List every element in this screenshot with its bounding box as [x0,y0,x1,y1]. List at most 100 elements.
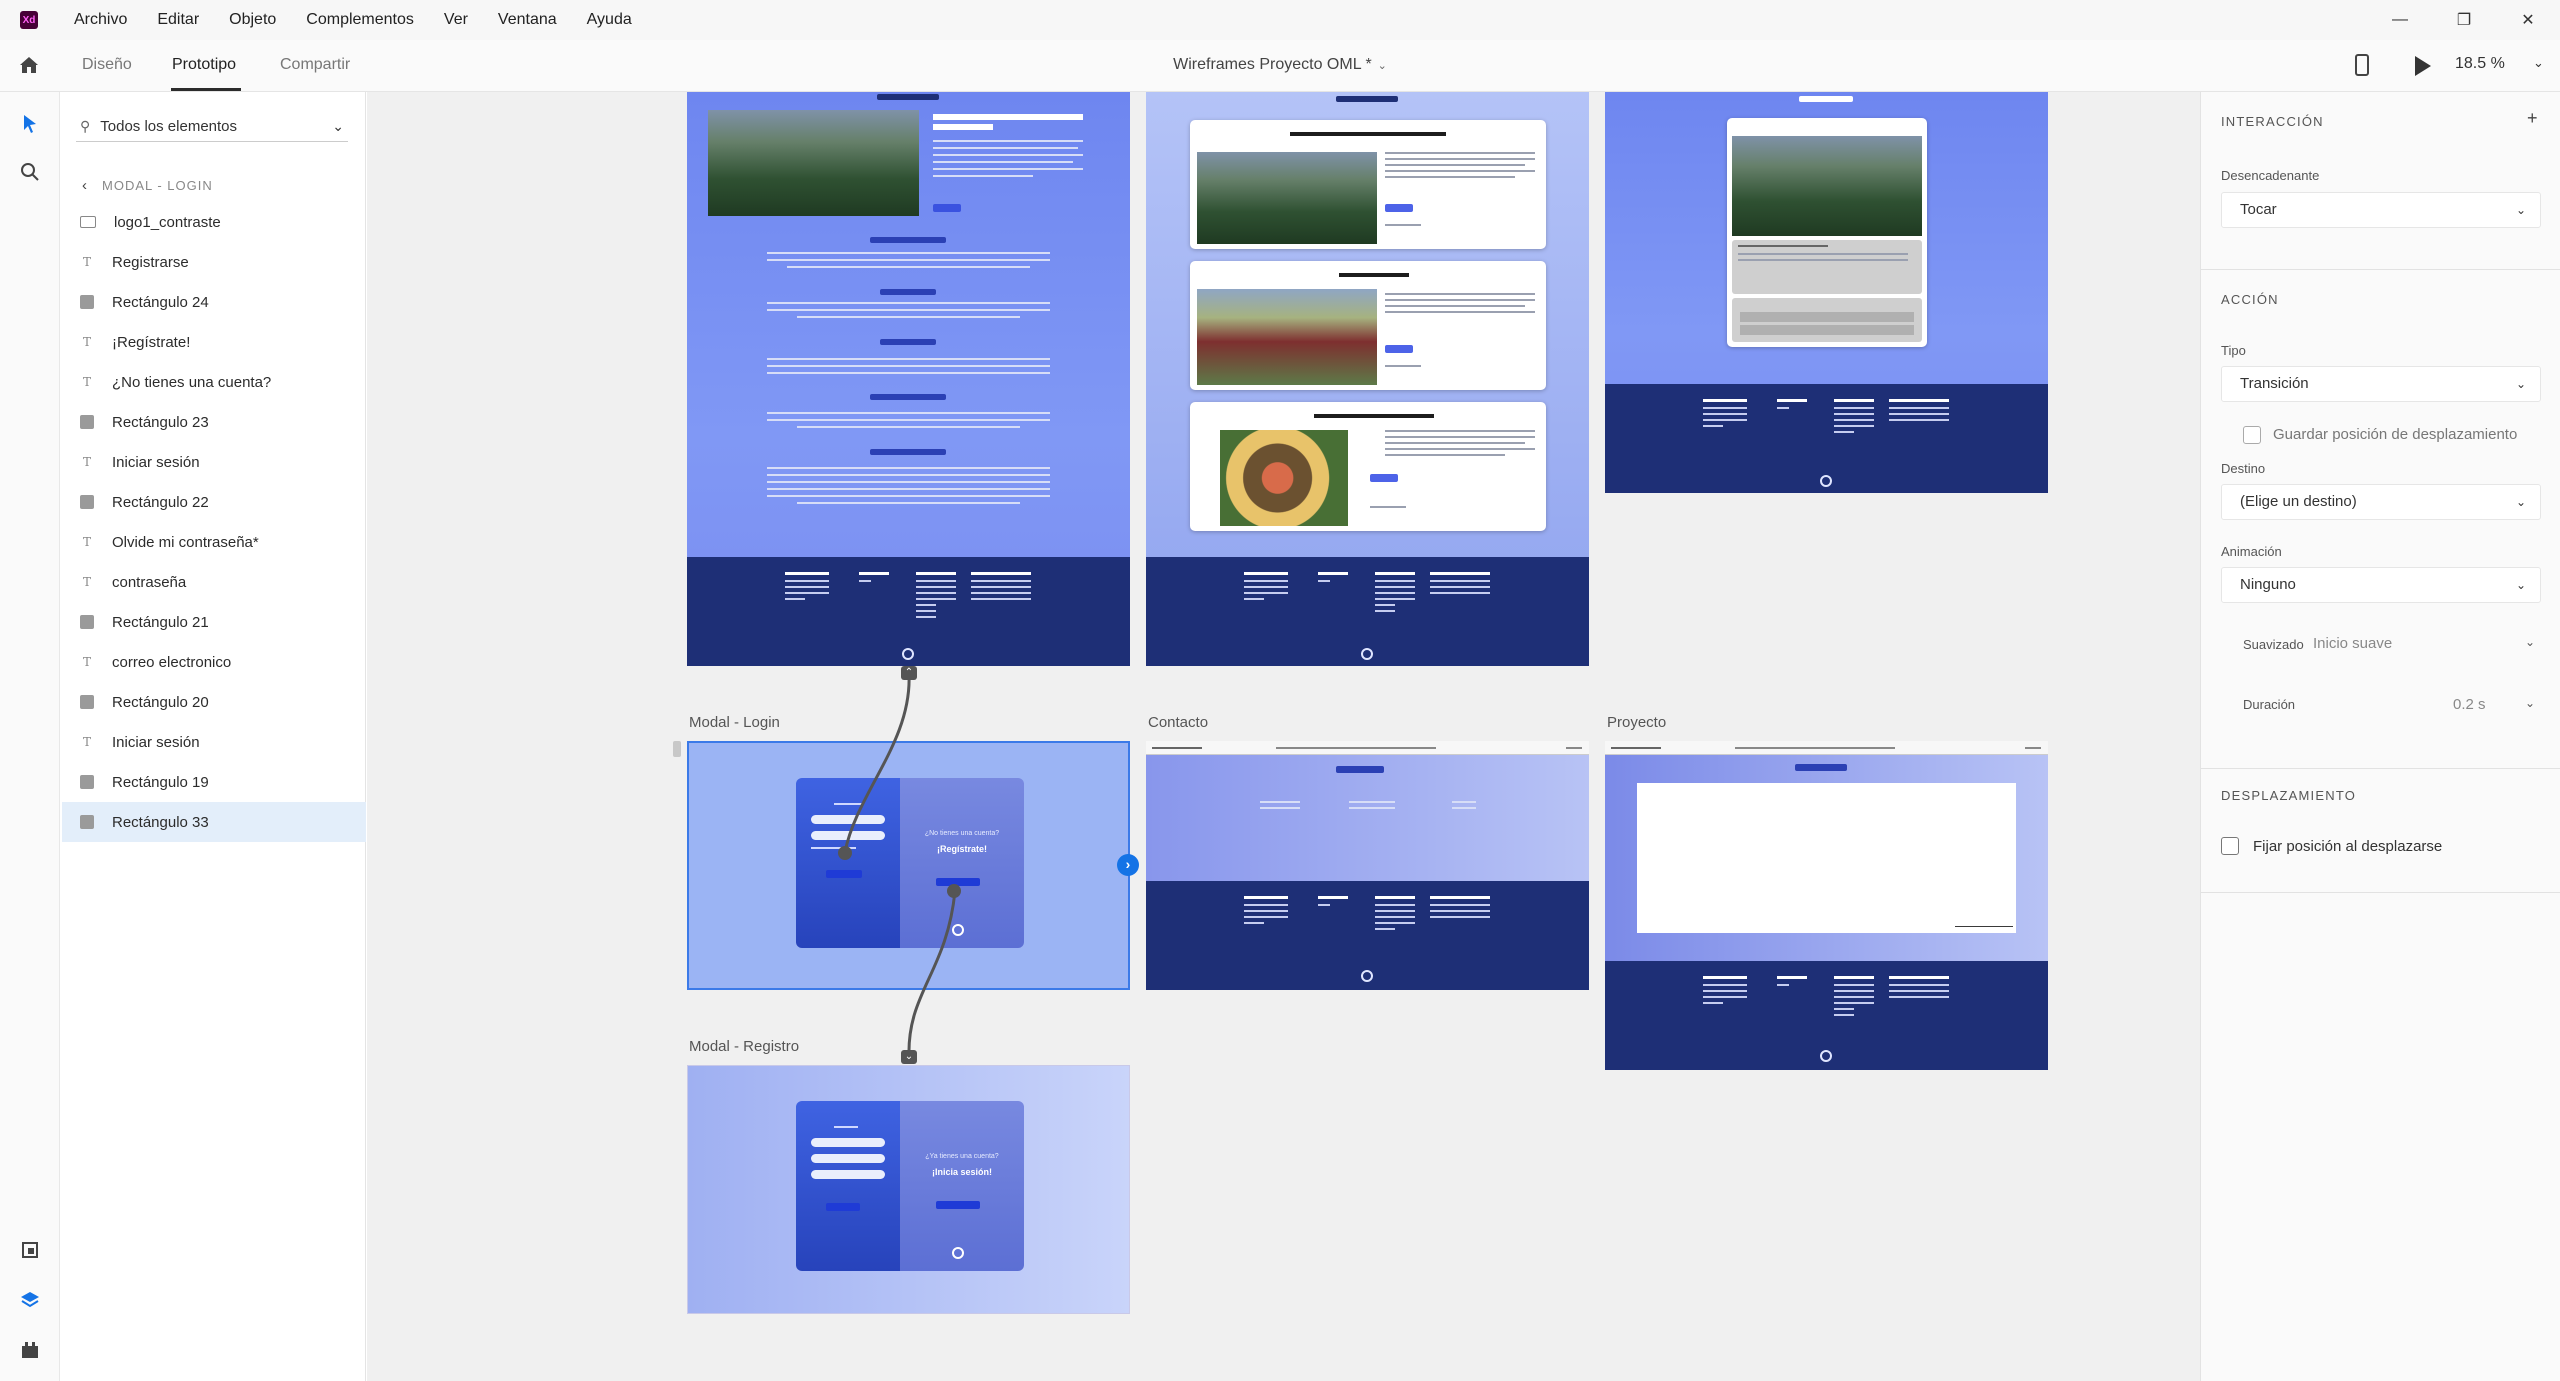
layer-row[interactable]: Rectángulo 33 [62,802,366,842]
email-field[interactable] [811,815,885,824]
search-icon[interactable] [18,160,42,184]
menu-ventana[interactable]: Ventana [498,11,557,29]
animation-value: Ninguno [2240,576,2296,593]
artboard-label-modal-login[interactable]: Modal - Login [689,714,780,731]
text-line [1452,801,1476,803]
chevron-down-icon[interactable]: ⌄ [2525,696,2535,710]
artboard-contacto[interactable] [1146,741,1589,990]
layer-row[interactable]: T Iniciar sesión [62,722,366,762]
layer-row[interactable]: T ¿No tienes una cuenta? [62,362,366,402]
destination-dropdown[interactable]: (Elige un destino) ⌄ [2221,484,2541,520]
forest-image [708,110,919,216]
map-placeholder[interactable] [1637,783,2016,933]
chevron-down-icon[interactable]: ⌄ [2525,635,2535,649]
fix-position-checkbox[interactable] [2221,837,2239,855]
ver-mas-button[interactable] [1385,345,1413,353]
artboard-organizaciones-cards[interactable] [1146,92,1589,666]
menu-ayuda[interactable]: Ayuda [587,11,632,29]
artboard-organizaciones[interactable] [687,92,1130,666]
nav-logo [1152,747,1202,749]
rectangle-icon [80,775,94,789]
add-interaction-icon[interactable]: + [2527,108,2538,129]
layer-row[interactable]: T ¡Regístrate! [62,322,366,362]
layer-row[interactable]: Rectángulo 21 [62,602,366,642]
menu-complementos[interactable]: Complementos [306,11,414,29]
home-artboard-marker-icon[interactable] [673,741,681,757]
restore-icon[interactable]: ❐ [2432,0,2496,40]
layer-row[interactable]: T Registrarse [62,242,366,282]
menu-archivo[interactable]: Archivo [74,11,127,29]
rating-line [1385,224,1421,226]
select-tool-icon[interactable] [18,112,42,136]
type-dropdown[interactable]: Transición ⌄ [2221,366,2541,402]
layers-icon[interactable] [18,1288,42,1312]
layer-row[interactable]: Tcontraseña [62,562,366,602]
text-line [1738,245,1828,247]
login-button[interactable] [826,870,862,878]
device-preview-icon[interactable] [2355,54,2369,76]
artboard-label-modal-registro[interactable]: Modal - Registro [689,1038,799,1055]
minimize-icon[interactable]: — [2368,0,2432,40]
preserve-scroll-checkbox[interactable] [2243,426,2261,444]
form-title [834,803,862,805]
animation-dropdown[interactable]: Ninguno ⌄ [2221,567,2541,603]
design-canvas[interactable]: Modal - Login Contacto Proyecto Modal - … [367,92,2200,1381]
plugins-icon[interactable] [18,1338,42,1362]
layer-row[interactable]: Rectángulo 20 [62,682,366,722]
layer-row[interactable]: T Olvide mi contraseña* [62,522,366,562]
layer-row[interactable]: Rectángulo 19 [62,762,366,802]
org-card[interactable] [1190,120,1546,249]
layer-row[interactable]: Rectángulo 22 [62,482,366,522]
password-field[interactable] [811,831,885,840]
layer-label: Rectángulo 21 [112,613,209,631]
layer-row[interactable]: Rectángulo 24 [62,282,366,322]
layer-breadcrumb[interactable]: ‹ MODAL - LOGIN [82,177,213,194]
footer [687,557,1130,666]
layer-row[interactable]: logo1_contraste [62,202,366,242]
artboard-label-contacto[interactable]: Contacto [1148,714,1208,731]
ver-mas-button[interactable] [933,204,961,212]
artboard-label-proyecto[interactable]: Proyecto [1607,714,1666,731]
login-question: ¿No tienes una cuenta? [924,830,1000,837]
layer-row[interactable]: Tcorreo electronico [62,642,366,682]
footer [1605,384,2048,493]
wire-node[interactable] [838,846,852,860]
wire-node[interactable] [947,884,961,898]
play-icon[interactable] [2415,56,2431,76]
name-field[interactable] [811,1138,885,1147]
wire-handle-down-icon[interactable]: ⌄ [901,1050,917,1064]
ver-mas-button[interactable] [1370,474,1398,482]
trigger-dropdown[interactable]: Tocar ⌄ [2221,192,2541,228]
easing-value[interactable]: Inicio suave [2313,635,2392,652]
layer-row[interactable]: Rectángulo 23 [62,402,366,442]
text-line [767,488,1050,490]
artboard-publicaciones[interactable] [1605,92,2048,493]
ver-mas-button[interactable] [1385,204,1413,212]
tool-strip [0,92,60,1381]
publication-modal[interactable] [1727,118,1927,347]
logo-icon [952,924,964,936]
assets-icon[interactable] [18,1238,42,1262]
close-icon[interactable]: ✕ [2496,0,2560,40]
artboard-modal-login[interactable]: ¿No tienes una cuenta? ¡Regístrate! [687,741,1130,990]
duration-value[interactable]: 0.2 s [2453,696,2486,713]
org-card[interactable] [1190,402,1546,531]
layer-filter-dropdown[interactable]: ⚲ Todos los elementos ⌄ [76,112,348,142]
login-button[interactable] [936,1201,980,1209]
menu-objeto[interactable]: Objeto [229,11,276,29]
email-field[interactable] [811,1154,885,1163]
zoom-level[interactable]: 18.5 % [2455,55,2505,73]
artboard-modal-registro[interactable]: ¿Ya tienes una cuenta? ¡Inicia sesión! [687,1065,1130,1314]
wire-handle-up-icon[interactable]: ⌃ [901,666,917,680]
artboard-proyecto[interactable] [1605,741,2048,1070]
org-card[interactable] [1190,261,1546,390]
menu-editar[interactable]: Editar [157,11,199,29]
zoom-chevron-icon[interactable]: ⌄ [2533,55,2544,71]
registrarse-button[interactable] [826,1203,860,1211]
add-interaction-arrow-icon[interactable]: › [1117,854,1139,876]
menu-ver[interactable]: Ver [444,11,468,29]
trigger-value: Tocar [2240,201,2277,218]
document-title[interactable]: Wireframes Proyecto OML * ⌄ [0,56,2560,74]
password-field[interactable] [811,1170,885,1179]
layer-row[interactable]: T Iniciar sesión [62,442,366,482]
